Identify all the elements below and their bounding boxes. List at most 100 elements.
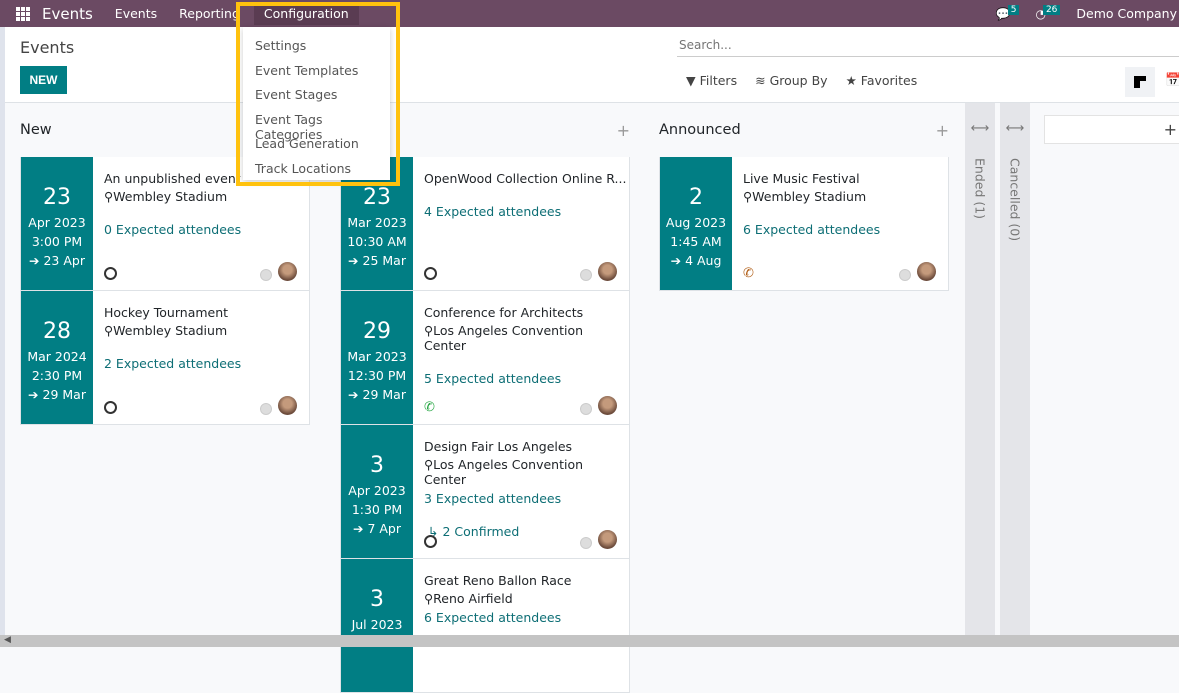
menu-item-event-stages[interactable]: Event Stages <box>243 87 390 112</box>
app-brand[interactable]: Events <box>42 5 93 23</box>
menu-item-event-templates[interactable]: Event Templates <box>243 63 390 88</box>
arrow-right-icon: ➔ <box>352 521 364 536</box>
event-month: Jul 2023 <box>351 617 403 632</box>
status-dot[interactable] <box>899 269 911 281</box>
map-marker-icon: ⚲ <box>743 189 753 204</box>
menu-item-settings[interactable]: Settings <box>243 38 390 63</box>
menu-item-track-locations[interactable]: Track Locations <box>243 161 390 186</box>
phone-icon[interactable]: ✆ <box>743 266 754 281</box>
map-marker-icon: ⚲ <box>104 323 114 338</box>
event-month: Apr 2023 <box>28 215 86 230</box>
event-month: Mar 2024 <box>27 349 87 364</box>
menu-item-lead-generation[interactable]: Lead Generation <box>243 136 390 161</box>
menu-events[interactable]: Events <box>115 6 157 21</box>
clock-icon[interactable] <box>104 266 117 280</box>
clock-icon[interactable] <box>424 266 437 280</box>
apps-grid-icon[interactable] <box>16 6 30 21</box>
kanban-view-button[interactable] <box>1125 67 1155 97</box>
event-card[interactable]: 29 Mar 2023 12:30 PM ➔ 29 Mar Conference… <box>340 291 630 425</box>
filter-icon: ▼ <box>686 73 696 88</box>
horizontal-scrollbar[interactable]: ◀ <box>0 635 1179 647</box>
kanban-column: + 23 Mar 2023 10:30 AM ➔ 25 Mar OpenWood… <box>340 103 630 693</box>
avatar[interactable] <box>598 262 617 281</box>
menu-configuration[interactable]: Configuration <box>253 2 359 25</box>
plus-icon: + <box>1163 120 1177 139</box>
event-end: ➔ 29 Mar <box>28 387 86 402</box>
expected-attendees[interactable]: 3 Expected attendees <box>424 491 629 506</box>
avatar[interactable] <box>278 396 297 415</box>
layers-icon: ≋ <box>755 73 766 88</box>
event-end: ➔ 7 Apr <box>352 521 402 536</box>
expected-attendees[interactable]: 6 Expected attendees <box>424 610 629 625</box>
clock-icon[interactable] <box>424 534 437 548</box>
status-dot[interactable] <box>580 269 592 281</box>
event-end: ➔ 29 Mar <box>348 387 406 402</box>
folded-column-title: Ended (1) <box>972 158 988 220</box>
activities-badge: 26 <box>1042 4 1061 15</box>
company-switcher[interactable]: Demo Company <box>1076 6 1177 21</box>
event-day: 3 <box>370 587 384 612</box>
avatar[interactable] <box>598 530 617 549</box>
status-dot[interactable] <box>260 403 272 415</box>
event-location: ⚲Los Angeles Convention Center <box>424 323 584 353</box>
expected-attendees[interactable]: 0 Expected attendees <box>104 222 309 237</box>
filters-label: Filters <box>699 73 738 88</box>
menu-item-event-tags-categories[interactable]: Event Tags Categories <box>243 112 390 142</box>
activities-button[interactable]: ◔26 <box>1035 4 1061 21</box>
event-time: 3:00 PM <box>31 234 83 249</box>
avatar[interactable] <box>917 262 936 281</box>
clock-icon[interactable] <box>104 400 117 414</box>
status-dot[interactable] <box>580 403 592 415</box>
event-time: 2:30 PM <box>31 368 83 383</box>
scroll-left-icon[interactable]: ◀ <box>4 635 11 645</box>
event-location: ⚲Los Angeles Convention Center <box>424 457 584 487</box>
event-name: Conference for Architects <box>424 305 584 320</box>
control-panel: Events NEW ▼ Filters ≋ Group By ★ Favori… <box>5 27 1179 103</box>
event-time: 12:30 PM <box>347 368 407 383</box>
event-day: 23 <box>43 185 71 210</box>
calendar-view-icon[interactable]: 📅 <box>1165 73 1179 88</box>
expand-arrows-icon: ⟷ <box>1005 121 1025 136</box>
event-date-box: 28 Mar 2024 2:30 PM ➔ 29 Mar <box>21 291 93 424</box>
event-day: 3 <box>370 453 384 478</box>
menu-reporting[interactable]: Reporting <box>179 6 240 21</box>
event-time: 1:30 PM <box>351 502 403 517</box>
event-card[interactable]: 28 Mar 2024 2:30 PM ➔ 29 Mar Hockey Tour… <box>20 291 310 425</box>
filters-button[interactable]: ▼ Filters <box>686 73 737 88</box>
status-dot[interactable] <box>580 537 592 549</box>
event-location: ⚲Wembley Stadium <box>104 189 228 204</box>
messages-button[interactable]: 💬5 <box>996 4 1020 21</box>
favorites-label: Favorites <box>860 73 918 88</box>
event-end: ➔ 4 Aug <box>670 253 722 268</box>
expected-attendees[interactable]: 4 Expected attendees <box>424 204 629 219</box>
add-card-plus-icon[interactable]: + <box>617 121 630 140</box>
map-marker-icon: ⚲ <box>424 323 434 338</box>
folded-column-cancelled[interactable]: ⟷ Cancelled (0) <box>1000 103 1030 647</box>
kanban-icon <box>1134 76 1146 88</box>
group-by-button[interactable]: ≋ Group By <box>755 73 827 88</box>
add-card-plus-icon[interactable]: + <box>936 121 949 140</box>
avatar[interactable] <box>278 262 297 281</box>
event-card[interactable]: 2 Aug 2023 1:45 AM ➔ 4 Aug Live Music Fe… <box>659 157 949 291</box>
event-month: Mar 2023 <box>347 349 407 364</box>
avatar[interactable] <box>598 396 617 415</box>
expected-attendees[interactable]: 5 Expected attendees <box>424 371 629 386</box>
event-card[interactable]: 3 Apr 2023 1:30 PM ➔ 7 Apr Design Fair L… <box>340 425 630 559</box>
expected-attendees[interactable]: 2 Expected attendees <box>104 356 309 371</box>
new-button[interactable]: NEW <box>20 66 67 94</box>
search-input[interactable] <box>677 33 1179 57</box>
event-end: ➔ 25 Mar <box>348 253 406 268</box>
folded-column-ended[interactable]: ⟷ Ended (1) <box>965 103 995 647</box>
event-name: Hockey Tournament <box>104 305 229 320</box>
event-name: Great Reno Ballon Race <box>424 573 572 588</box>
expected-attendees[interactable]: 6 Expected attendees <box>743 222 948 237</box>
phone-icon[interactable]: ✆ <box>424 400 435 415</box>
event-location: ⚲Wembley Stadium <box>104 323 228 338</box>
event-day: 28 <box>43 319 71 344</box>
event-time: 10:30 AM <box>347 234 407 249</box>
folded-column-title: Cancelled (0) <box>1007 158 1023 242</box>
add-column-input[interactable]: + <box>1044 115 1179 144</box>
event-card[interactable]: 3 Jul 2023 Great Reno Ballon Race ⚲Reno … <box>340 559 630 693</box>
status-dot[interactable] <box>260 269 272 281</box>
favorites-button[interactable]: ★ Favorites <box>846 73 918 88</box>
